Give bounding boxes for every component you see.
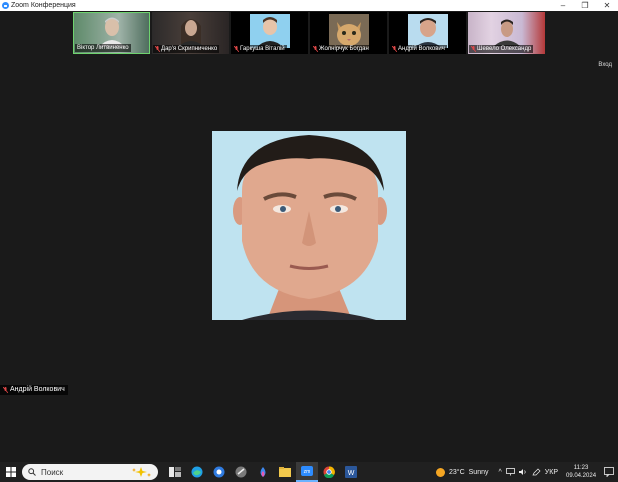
participant-name: Шевело Олександр <box>477 46 532 52</box>
windows-taskbar: Поиск zm W 23°C Sunny ^ УКР 11:23 09.04.… <box>0 462 618 482</box>
system-tray: ^ УКР <box>499 468 558 476</box>
taskview-icon[interactable] <box>164 462 186 482</box>
chevron-up-icon[interactable]: ^ <box>499 469 502 476</box>
mic-muted-icon <box>234 46 239 52</box>
participant-name: Гаркуша Віталій <box>240 46 285 52</box>
participant-video-icon <box>249 14 290 48</box>
participant-video-icon <box>493 19 520 46</box>
participant-tile[interactable]: Гаркуша Віталій <box>231 12 308 54</box>
participant-nameplate: Андрій Волкович <box>390 45 447 53</box>
participant-tile[interactable]: Шевело Олександр <box>468 12 545 54</box>
start-button[interactable] <box>2 462 20 482</box>
close-button[interactable]: ✕ <box>596 0 618 11</box>
participant-name: Андрій Волкович <box>398 46 445 52</box>
app-icon[interactable] <box>230 462 252 482</box>
search-placeholder: Поиск <box>41 467 64 477</box>
participant-nameplate: Жолнірчук Богдан <box>311 45 371 53</box>
chrome-variant-icon[interactable] <box>208 462 230 482</box>
participant-nameplate: Дар'я Скрипниченко <box>153 45 220 53</box>
cat-avatar-icon <box>328 14 369 48</box>
clock-date: 09.04.2024 <box>566 473 597 479</box>
main-speaker-nameplate: Андрій Волкович <box>0 385 68 395</box>
participant-name: Віктор Литвиненко <box>77 45 129 51</box>
clock-time: 11:23 <box>573 465 589 471</box>
participant-nameplate: Шевело Олександр <box>469 45 534 53</box>
chrome-browser-icon[interactable] <box>318 462 340 482</box>
mic-muted-icon <box>3 387 8 393</box>
enter-button[interactable]: Вход <box>598 62 612 68</box>
participant-nameplate: Віктор Литвиненко <box>75 44 131 52</box>
file-explorer-icon[interactable] <box>274 462 296 482</box>
participant-tile[interactable]: Віктор Литвиненко <box>73 12 150 54</box>
mic-muted-icon <box>313 46 318 52</box>
taskbar-clock[interactable]: 11:23 09.04.2024 <box>566 464 596 480</box>
participant-name: Жолнірчук Богдан <box>319 46 369 52</box>
language-indicator[interactable]: УКР <box>545 469 558 476</box>
participant-video-icon <box>407 14 448 48</box>
paint-app-icon[interactable] <box>252 462 274 482</box>
main-speaker-name: Андрій Волкович <box>10 386 65 393</box>
window-title: Zoom Конференция <box>11 2 76 9</box>
zoom-app-icon[interactable]: zm <box>296 462 318 482</box>
maximize-button[interactable]: ❐ <box>574 0 596 11</box>
network-icon[interactable] <box>505 468 515 476</box>
participant-video-icon <box>98 17 125 47</box>
participant-tile[interactable]: Дар'я Скрипниченко <box>152 12 229 54</box>
word-app-icon[interactable]: W <box>340 462 362 482</box>
svg-text:zm: zm <box>304 469 311 475</box>
weather-description: Sunny <box>468 468 489 476</box>
window-titlebar: Zoom Конференция – ❐ ✕ <box>0 0 618 11</box>
edge-browser-icon[interactable] <box>186 462 208 482</box>
mic-muted-icon <box>155 46 160 52</box>
participant-nameplate: Гаркуша Віталій <box>232 45 287 53</box>
participant-tile[interactable]: Жолнірчук Богдан <box>310 12 387 54</box>
windows-logo-icon <box>6 467 16 477</box>
notification-icon[interactable] <box>604 467 614 477</box>
participant-video-icon <box>178 19 203 46</box>
taskbar-search-box[interactable]: Поиск <box>22 464 158 480</box>
mic-muted-icon <box>471 46 476 52</box>
svg-text:W: W <box>348 470 355 477</box>
weather-widget[interactable]: 23°C Sunny <box>436 467 489 477</box>
participant-name: Дар'я Скрипниченко <box>161 46 218 52</box>
zoom-logo-icon <box>2 2 9 9</box>
minimize-button[interactable]: – <box>552 0 574 11</box>
main-speaker-video <box>212 131 406 320</box>
mic-muted-icon <box>392 46 397 52</box>
participant-tile[interactable]: Андрій Волкович <box>389 12 466 54</box>
speaker-portrait-icon <box>212 131 406 320</box>
volume-icon[interactable] <box>518 468 528 476</box>
search-icon <box>28 468 36 476</box>
pen-icon[interactable] <box>532 468 541 476</box>
weather-temperature: 23°C <box>449 468 465 476</box>
sparkle-decoration-icon <box>132 467 151 477</box>
participant-strip: Віктор Литвиненко Дар'я Скрипниченко Гар… <box>0 12 618 54</box>
sun-icon <box>436 467 445 477</box>
